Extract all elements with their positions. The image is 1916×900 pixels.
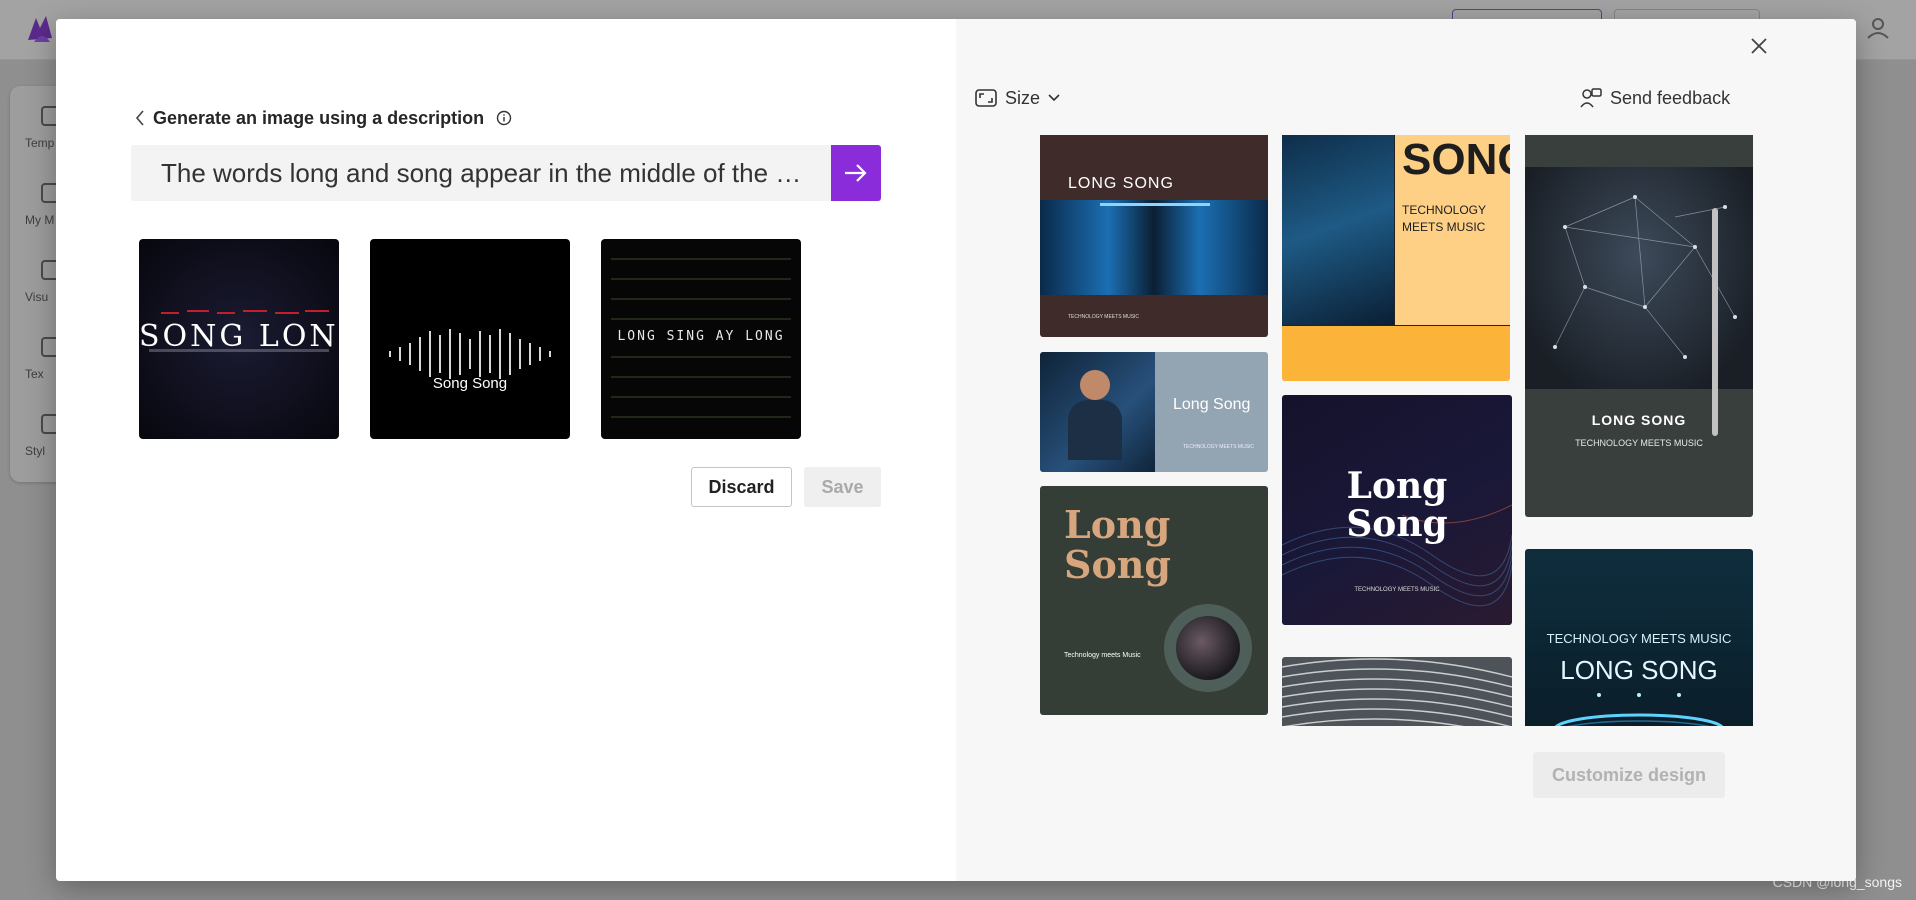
stripe-pattern xyxy=(1282,658,1512,726)
generated-image-1[interactable]: SONG LONG xyxy=(139,239,339,439)
template-title: Long xyxy=(1064,502,1171,547)
discard-button[interactable]: Discard xyxy=(691,467,792,507)
template-title: Song xyxy=(1346,503,1448,545)
template-decoration xyxy=(1100,203,1210,206)
close-icon xyxy=(1751,38,1767,54)
generated-image-2[interactable]: Song Song xyxy=(370,239,570,439)
chevron-left-icon xyxy=(133,108,147,128)
template-divider xyxy=(1282,325,1510,326)
template-image xyxy=(1040,352,1155,472)
person-figure xyxy=(1080,370,1110,400)
size-label: Size xyxy=(1005,87,1041,108)
template-title: Long Song xyxy=(1173,396,1251,413)
template-card[interactable]: SONG TECHNOLOGY MEETS MUSIC xyxy=(1282,135,1510,381)
template-title: Long xyxy=(1346,465,1448,507)
template-subtitle: TECHNOLOGY MEETS MUSIC xyxy=(1354,587,1440,593)
template-subtitle: TECHNOLOGY MEETS MUSIC xyxy=(1183,444,1255,450)
template-card[interactable]: TECHNOLOGY MEETS MUSIC LONG SONG xyxy=(1525,549,1753,726)
template-image xyxy=(1282,135,1394,325)
network-graphic xyxy=(1553,195,1737,359)
template-gallery: LONG SONG TECHNOLOGY MEETS MUSIC Long So… xyxy=(985,135,1765,726)
template-card[interactable]: Long Song TECHNOLOGY MEETS MUSIC xyxy=(1282,395,1512,625)
gallery-scrollbar[interactable] xyxy=(1712,208,1718,436)
rail-label: Visu xyxy=(25,290,49,304)
thumb-text: LONG SING AY LONG xyxy=(617,329,785,344)
template-image xyxy=(1040,200,1268,295)
rail-label: My M xyxy=(25,213,55,227)
thumb-text: SONG LONG xyxy=(139,319,339,354)
thumb-text: Song Song xyxy=(432,375,508,392)
template-subtitle: MEETS MUSIC xyxy=(1402,220,1486,234)
close-button[interactable] xyxy=(1745,32,1773,60)
send-feedback-button[interactable]: Send feedback xyxy=(1580,84,1730,112)
app-logo xyxy=(28,16,52,42)
feedback-label: Send feedback xyxy=(1610,87,1731,108)
stage-graphic xyxy=(1554,693,1724,726)
arrow-right-icon xyxy=(845,164,867,182)
rail-label: Styl xyxy=(25,444,46,458)
template-subtitle: TECHNOLOGY xyxy=(1402,203,1487,217)
customize-design-button[interactable]: Customize design xyxy=(1533,752,1725,798)
template-title: SONG xyxy=(1402,135,1510,184)
info-icon[interactable] xyxy=(496,110,512,126)
template-card[interactable]: LONG SONG TECHNOLOGY MEETS MUSIC xyxy=(1525,135,1753,517)
prompt-text: The words long and song appear in the mi… xyxy=(161,158,811,188)
feedback-icon xyxy=(1580,88,1602,108)
generate-button[interactable] xyxy=(831,145,881,201)
template-title: LONG SONG xyxy=(1068,175,1174,192)
prompt-input[interactable]: The words long and song appear in the mi… xyxy=(131,145,831,201)
template-title: Song xyxy=(1064,542,1171,587)
generation-pane: Generate an image using a description Th… xyxy=(56,19,956,881)
template-card[interactable]: Long Song Technology meets Music xyxy=(1040,486,1268,715)
dialog-title: Generate an image using a description xyxy=(153,107,485,128)
template-subtitle: TECHNOLOGY MEETS MUSIC xyxy=(1575,438,1703,448)
template-card[interactable]: Long Song TECHNOLOGY MEETS MUSIC xyxy=(1040,352,1268,472)
person-figure xyxy=(1068,400,1122,460)
account-icon xyxy=(1867,18,1889,39)
template-subtitle: Technology meets Music xyxy=(1064,652,1141,659)
rail-label: Tex xyxy=(25,367,44,381)
aspect-ratio-icon xyxy=(975,89,997,107)
generated-image-3[interactable]: LONG SING AY LONG xyxy=(601,239,801,439)
template-card[interactable] xyxy=(1282,657,1512,726)
template-card[interactable]: LONG SONG TECHNOLOGY MEETS MUSIC xyxy=(1040,135,1268,337)
template-subtitle: TECHNOLOGY MEETS MUSIC xyxy=(1068,314,1140,320)
back-button[interactable]: Generate an image using a description xyxy=(133,106,512,130)
save-button[interactable]: Save xyxy=(804,467,881,507)
template-image xyxy=(1164,604,1252,692)
soundwave-graphic xyxy=(389,329,551,379)
rail-label: Temp xyxy=(25,136,55,150)
template-image xyxy=(1176,616,1240,680)
size-dropdown[interactable]: Size xyxy=(975,84,1060,112)
template-image xyxy=(1525,167,1753,389)
chevron-down-icon xyxy=(1048,94,1060,102)
template-title: LONG SONG xyxy=(1591,412,1687,428)
